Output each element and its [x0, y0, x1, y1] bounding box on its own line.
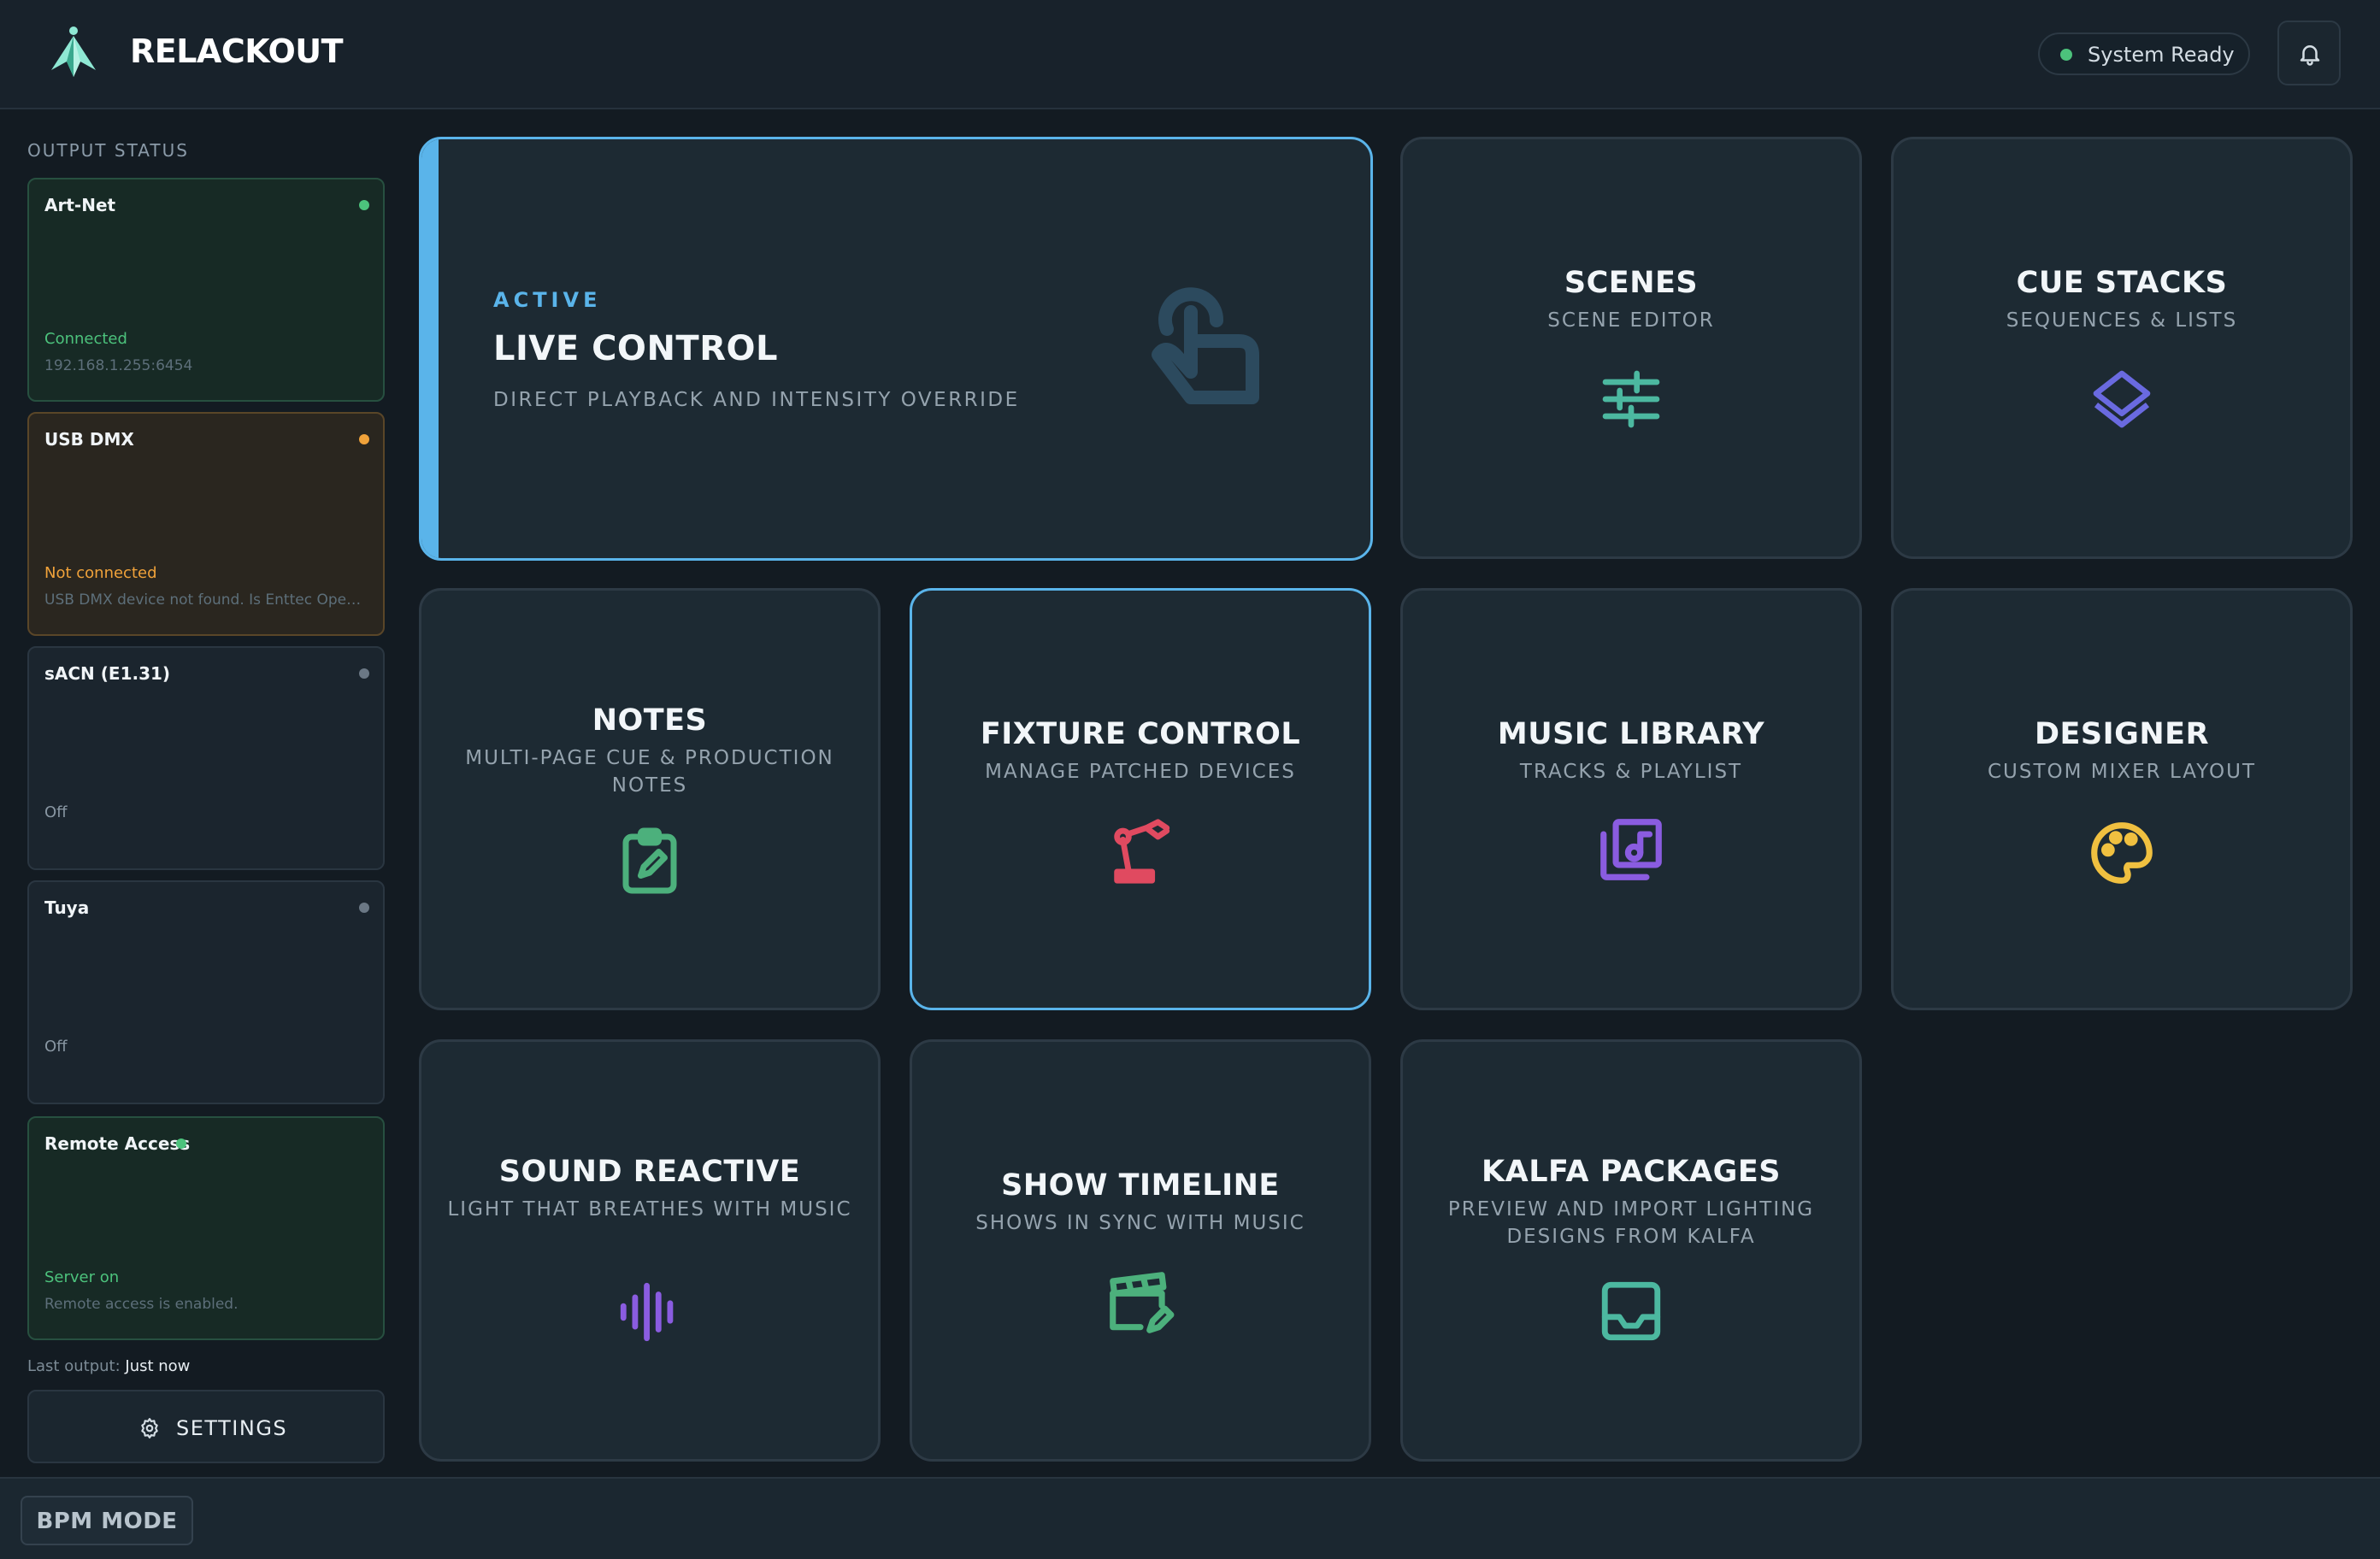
tile-subtitle: MULTI-PAGE CUE & PRODUCTION NOTES [465, 747, 834, 797]
waveform-icon [620, 1282, 674, 1342]
tile-music-library[interactable]: MUSIC LIBRARY TRACKS & PLAYLIST [1400, 588, 1862, 1010]
tile-title: NOTES [592, 703, 708, 738]
notifications-button[interactable] [2277, 21, 2341, 85]
output-status-heading: OUTPUT STATUS [27, 140, 189, 161]
tile-live-control[interactable]: ACTIVE LIVE CONTROL DIRECT PLAYBACK AND … [419, 137, 1373, 561]
output-card-tuya[interactable]: Tuya Off [27, 880, 385, 1104]
tile-subtitle: PREVIEW AND IMPORT LIGHTING DESIGNS FROM… [1447, 1198, 1815, 1248]
status-dot [2060, 49, 2072, 61]
layers-icon [2093, 370, 2151, 428]
tile-subtitle: LIGHT THAT BREATHES WITH MUSIC [447, 1198, 852, 1221]
output-status-dot [359, 668, 369, 679]
output-status-dot [359, 903, 369, 913]
output-card-usb-dmx[interactable]: USB DMX Not connected USB DMX device not… [27, 412, 385, 636]
last-output: Last output: Just now [27, 1357, 190, 1375]
tile-sound-reactive[interactable]: SOUND REACTIVE LIGHT THAT BREATHES WITH … [419, 1039, 881, 1462]
output-card-remote-access[interactable]: Remote Access Server on Remote access is… [27, 1116, 385, 1340]
clipboard-edit-icon [622, 827, 677, 894]
gear-icon [141, 1418, 158, 1438]
output-detail: Remote access is enabled. [44, 1296, 239, 1313]
output-card-sacn[interactable]: sACN (E1.31) Off [27, 646, 385, 870]
bottom-bar: BPM MODE [0, 1477, 2380, 1559]
output-state: Off [44, 1038, 68, 1056]
system-status-text: System Ready [2088, 43, 2235, 67]
tile-title: SHOW TIMELINE [1001, 1168, 1280, 1203]
palette-icon [2091, 822, 2153, 884]
bell-icon [2300, 45, 2320, 66]
tile-subtitle: SCENE EDITOR [1547, 309, 1715, 332]
tile-subtitle: DIRECT PLAYBACK AND INTENSITY OVERRIDE [493, 389, 1020, 411]
output-detail: USB DMX device not found. Is Enttec Open… [44, 591, 369, 609]
output-status-dot [176, 1138, 186, 1149]
settings-label: SETTINGS [176, 1416, 288, 1440]
tile-cue-stacks[interactable]: CUE STACKS SEQUENCES & LISTS [1891, 137, 2353, 559]
tile-fixture-control[interactable]: FIXTURE CONTROL MANAGE PATCHED DEVICES [910, 588, 1371, 1010]
output-card-artnet[interactable]: Art-Net Connected 192.168.1.255:6454 [27, 178, 385, 402]
inbox-icon [1601, 1281, 1661, 1341]
tile-subtitle: CUSTOM MIXER LAYOUT [1987, 761, 2257, 783]
hand-pointer-icon [1152, 287, 1259, 404]
output-name: sACN (E1.31) [44, 663, 171, 684]
bpm-mode-button[interactable]: BPM MODE [21, 1496, 193, 1545]
output-state: Connected [44, 330, 127, 348]
tile-notes[interactable]: NOTES MULTI-PAGE CUE & PRODUCTION NOTES [419, 588, 881, 1010]
tile-kalfa-packages[interactable]: KALFA PACKAGES PREVIEW AND IMPORT LIGHTI… [1400, 1039, 1862, 1462]
tile-title: SCENES [1564, 266, 1699, 300]
output-state: Off [44, 803, 68, 821]
tile-subtitle: TRACKS & PLAYLIST [1519, 761, 1743, 783]
robot-arm-icon [1114, 819, 1170, 884]
output-state: Not connected [44, 564, 157, 582]
tile-subtitle: SHOWS IN SYNC WITH MUSIC [975, 1212, 1305, 1234]
output-name: Remote Access [44, 1133, 191, 1154]
last-output-label: Last output: [27, 1357, 121, 1375]
active-accent-bar [421, 139, 439, 558]
logo-icon [51, 26, 96, 77]
tile-subtitle: MANAGE PATCHED DEVICES [985, 761, 1296, 783]
clapperboard-edit-icon [1110, 1272, 1175, 1333]
output-status-dot [359, 200, 369, 210]
tile-title: SOUND REACTIVE [498, 1155, 801, 1189]
music-library-icon [1600, 819, 1662, 880]
output-name: Art-Net [44, 195, 116, 215]
system-status-badge: System Ready [2038, 32, 2250, 75]
active-badge: ACTIVE [493, 288, 602, 312]
sliders-icon [1602, 370, 1660, 428]
tile-show-timeline[interactable]: SHOW TIMELINE SHOWS IN SYNC WITH MUSIC [910, 1039, 1371, 1462]
tile-title: FIXTURE CONTROL [980, 717, 1301, 751]
output-name: USB DMX [44, 429, 134, 450]
output-detail: 192.168.1.255:6454 [44, 357, 193, 374]
app-title: RELACKOUT [130, 32, 344, 70]
output-name: Tuya [44, 897, 90, 918]
tile-designer[interactable]: DESIGNER CUSTOM MIXER LAYOUT [1891, 588, 2353, 1010]
settings-button[interactable]: SETTINGS [27, 1390, 385, 1463]
output-state: Server on [44, 1268, 120, 1286]
tile-title: CUE STACKS [2016, 266, 2228, 300]
tile-scenes[interactable]: SCENES SCENE EDITOR [1400, 137, 1862, 559]
tile-title: MUSIC LIBRARY [1497, 717, 1765, 751]
output-status-dot [359, 434, 369, 444]
bpm-mode-label: BPM MODE [36, 1509, 178, 1534]
last-output-value: Just now [125, 1357, 191, 1375]
top-bar: RELACKOUT System Ready [0, 0, 2380, 109]
tile-subtitle: SEQUENCES & LISTS [2006, 309, 2238, 332]
tile-title: LIVE CONTROL [493, 329, 778, 368]
tile-title: KALFA PACKAGES [1482, 1155, 1781, 1189]
tile-title: DESIGNER [2034, 717, 2210, 751]
